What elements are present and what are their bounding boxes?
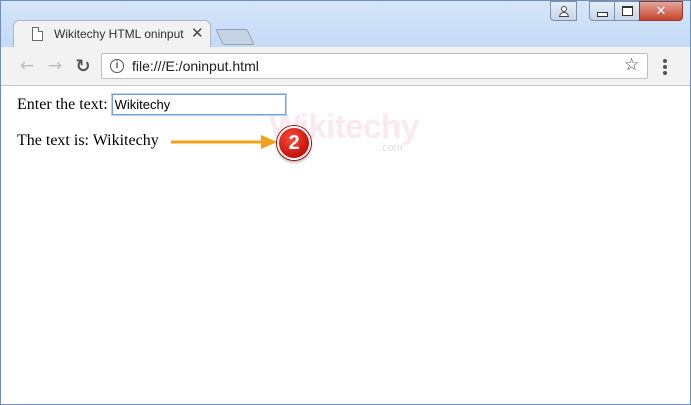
- annotation-arrow: [171, 135, 277, 149]
- info-icon[interactable]: i: [110, 59, 124, 73]
- arrow-head: [261, 135, 277, 149]
- watermark-domain: .com: [379, 142, 403, 154]
- bookmark-star-icon[interactable]: ☆: [624, 55, 639, 75]
- minimize-button[interactable]: [589, 1, 615, 21]
- page-viewport: Wikitechy .com Enter the text: The text …: [1, 86, 690, 404]
- minimize-icon: [596, 12, 608, 17]
- output-value: Wikitechy: [92, 132, 159, 149]
- maximize-icon: [621, 6, 633, 16]
- output-label: The text is:: [17, 132, 89, 149]
- user-profile-button[interactable]: [550, 1, 577, 21]
- page-icon: [32, 27, 43, 41]
- browser-toolbar: ← → ↻ i file:///E:/oninput.html ☆: [1, 47, 690, 86]
- close-window-button[interactable]: ✕: [639, 1, 683, 21]
- reload-button[interactable]: ↻: [73, 56, 93, 77]
- user-icon: [558, 5, 569, 17]
- menu-kebab-icon[interactable]: [663, 59, 667, 75]
- new-tab-button[interactable]: [215, 29, 255, 45]
- input-row: Enter the text:: [17, 94, 286, 115]
- step-badge: 2: [277, 126, 311, 160]
- output-row: The text is: Wikitechy: [17, 132, 159, 150]
- close-icon: ✕: [655, 3, 667, 19]
- forward-button[interactable]: →: [45, 56, 65, 76]
- browser-tab[interactable]: Wikitechy HTML oninput ✕: [13, 20, 211, 47]
- tab-title: Wikitechy HTML oninput: [54, 27, 184, 41]
- input-label: Enter the text:: [17, 95, 108, 113]
- text-input[interactable]: [111, 94, 286, 115]
- url-text[interactable]: file:///E:/oninput.html: [132, 58, 259, 74]
- back-button[interactable]: ←: [17, 56, 37, 76]
- browser-window: Wikitechy HTML oninput ✕ ✕ ← → ↻ i file:…: [0, 0, 691, 405]
- address-bar[interactable]: i file:///E:/oninput.html ☆: [101, 53, 648, 79]
- title-bar: Wikitechy HTML oninput ✕ ✕: [1, 1, 690, 47]
- maximize-button[interactable]: [614, 1, 640, 21]
- tab-close-icon[interactable]: ✕: [191, 24, 204, 42]
